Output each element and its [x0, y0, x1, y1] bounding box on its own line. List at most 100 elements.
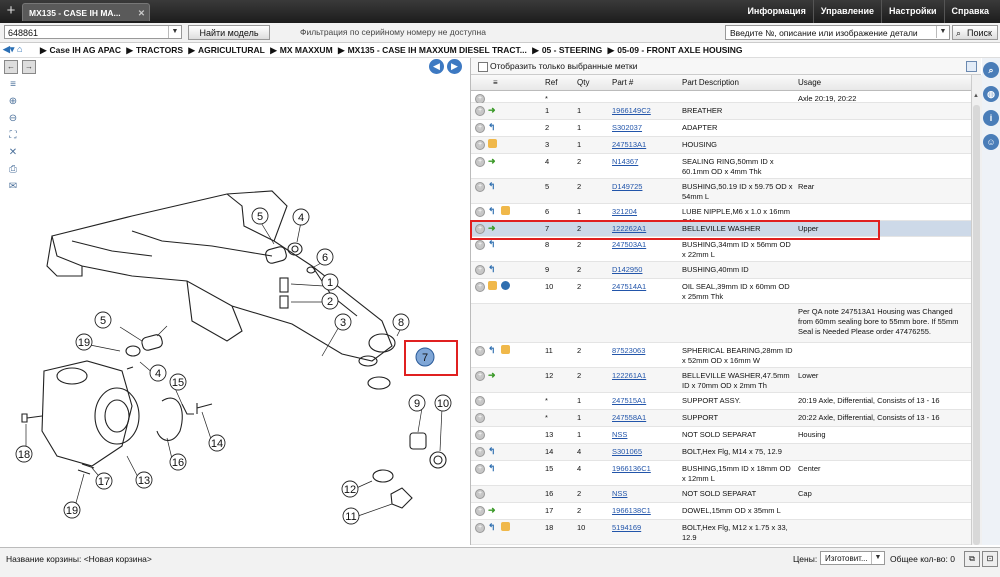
table-row[interactable]: + ↰ 9 2 D142950 BUSHING,40mm ID — [471, 262, 971, 279]
add-to-cart-icon[interactable]: + — [475, 265, 485, 275]
table-row[interactable]: + * Axle 20:19, 20:22 — [471, 91, 971, 104]
menu-settings[interactable]: Настройки — [881, 0, 943, 23]
breadcrumb-item[interactable]: MX MAXXUM — [280, 45, 333, 55]
model-tab[interactable]: MX135 - CASE IH MA... ✕ — [22, 3, 150, 21]
add-to-cart-icon[interactable]: + — [475, 346, 485, 356]
table-row[interactable]: + ➜ 12 2 122261A1 BELLEVILLE WASHER,47.5mm ID… — [471, 368, 971, 393]
table-row[interactable]: + * 1 247515A1 SUPPORT ASSY. 20:19 Axle, Diff… — [471, 393, 971, 410]
cell-part-number[interactable]: D142950 — [612, 265, 642, 275]
add-to-cart-icon[interactable]: + — [475, 371, 485, 381]
table-row[interactable]: + ↰ 11 2 87523063 SPHERICAL BEARING,28mm ID x… — [471, 343, 971, 368]
part-search-input[interactable]: Введите №, описание или изображение дета… — [725, 25, 950, 40]
reference-arrow-icon[interactable]: ↰ — [488, 345, 496, 355]
add-to-cart-icon[interactable]: + — [475, 182, 485, 192]
exploded-diagram[interactable]: 5 4 6 1 2 3 8 7 9 10 12 11 5 19 4 15 16 … — [12, 146, 462, 541]
add-to-cart-icon[interactable]: + — [475, 157, 485, 167]
table-row[interactable]: + ➜ 4 2 N14367 SEALING RING,50mm ID x 60.1mm … — [471, 154, 971, 179]
breadcrumb-item[interactable]: 05 - STEERING — [542, 45, 602, 55]
cell-part-number[interactable]: S302037 — [612, 123, 642, 133]
replacement-arrow-icon[interactable]: ➜ — [488, 505, 496, 515]
table-row[interactable]: + ↰ 2 1 S302037 ADAPTER — [471, 120, 971, 137]
add-to-cart-icon[interactable]: + — [475, 506, 485, 516]
cell-part-number[interactable]: 1966138C1 — [612, 506, 651, 516]
package-icon[interactable] — [488, 281, 497, 290]
table-row[interactable]: + ↰ 18 10 5194169 BOLT,Hex Flg, M12 x 1.75 x … — [471, 520, 971, 545]
add-to-cart-icon[interactable]: + — [475, 523, 485, 533]
cell-part-number[interactable]: 247558A1 — [612, 413, 646, 423]
menu-management[interactable]: Управление — [812, 0, 881, 23]
cell-part-number[interactable]: 1966136C1 — [612, 464, 651, 474]
column-header-description[interactable]: Part Description — [682, 78, 739, 87]
table-row[interactable]: + ↰ 5 2 D149725 BUSHING,50.19 ID x 59.75 OD x… — [471, 179, 971, 204]
add-to-cart-icon[interactable]: + — [475, 123, 485, 133]
reference-arrow-icon[interactable]: ↰ — [488, 181, 496, 191]
reference-arrow-icon[interactable]: ↰ — [488, 206, 496, 216]
table-row[interactable]: +3 1 247513A1 HOUSING — [471, 137, 971, 154]
menu-help[interactable]: Справка — [943, 0, 996, 23]
add-to-cart-icon[interactable]: + — [475, 240, 485, 250]
cell-part-number[interactable]: 247503A1 — [612, 240, 646, 250]
add-to-cart-icon[interactable]: + — [475, 413, 485, 423]
package-icon[interactable] — [488, 139, 497, 148]
cart-icon[interactable]: ⊡ — [982, 551, 998, 567]
package-icon[interactable] — [501, 522, 510, 531]
breadcrumb-item[interactable]: TRACTORS — [136, 45, 183, 55]
home-nav-icon[interactable]: ◀▾ ⌂ — [3, 44, 22, 55]
add-to-cart-icon[interactable]: + — [475, 282, 485, 292]
cell-part-number[interactable]: D149725 — [612, 182, 642, 192]
column-header-qty[interactable]: Qty — [577, 78, 589, 87]
zoom-in-icon[interactable]: ⊕ — [6, 95, 20, 109]
next-page-icon[interactable]: ▶ — [447, 59, 462, 74]
replacement-arrow-icon[interactable]: ➜ — [488, 105, 496, 115]
column-header-ref[interactable]: Ref — [545, 78, 557, 87]
chevron-down-icon[interactable]: ▼ — [168, 26, 181, 38]
search-button[interactable]: ⌕ Поиск — [952, 25, 998, 40]
breadcrumb-item[interactable]: 05-09 - FRONT AXLE HOUSING — [617, 45, 742, 55]
table-row[interactable]: + ➜ 17 2 1966138C1 DOWEL,15mm OD x 35mm L — [471, 503, 971, 520]
scroll-thumb[interactable] — [973, 105, 980, 545]
cell-part-number[interactable]: S301065 — [612, 447, 642, 457]
add-to-cart-icon[interactable]: + — [475, 106, 485, 116]
new-tab-plus-icon[interactable]: + — [3, 2, 19, 20]
table-row[interactable]: +↰61321204LUBE NIPPLE,M6 x 1.0 x 16mm OA… — [471, 204, 971, 226]
menu-lines-icon[interactable]: ≡ — [6, 78, 20, 92]
cell-part-number[interactable]: 122261A1 — [612, 371, 646, 381]
panel-toggle-icon[interactable] — [966, 61, 977, 72]
globe-icon[interactable] — [501, 281, 510, 290]
show-selected-checkbox[interactable] — [478, 62, 488, 72]
magnifier-icon[interactable]: ⌕ — [983, 62, 999, 78]
table-row[interactable]: + ➜ 1 1 1966149C2 BREATHER — [471, 103, 971, 120]
scrollbar[interactable]: ▲ — [971, 75, 982, 545]
cart-value[interactable]: <Новая корзина> — [84, 554, 152, 564]
chevron-down-icon[interactable]: ▼ — [871, 552, 884, 564]
replacement-arrow-icon[interactable]: ➜ — [488, 156, 496, 166]
cell-part-number[interactable]: 247513A1 — [612, 140, 646, 150]
reference-arrow-icon[interactable]: ↰ — [488, 522, 496, 532]
column-header-usage[interactable]: Usage — [798, 78, 821, 87]
cell-part-number[interactable]: 1966149C2 — [612, 106, 651, 116]
reference-arrow-icon[interactable]: ↰ — [488, 264, 496, 274]
forward-arrow-icon[interactable]: → — [22, 60, 36, 74]
table-row[interactable]: + * 1 247558A1 SUPPORT 20:22 Axle, Differenti… — [471, 410, 971, 427]
package-icon[interactable] — [501, 345, 510, 354]
chevron-down-icon[interactable]: ▼ — [936, 26, 949, 38]
add-to-cart-icon[interactable]: + — [475, 489, 485, 499]
table-row[interactable]: Per QA note 247513A1 Housing was Changed… — [471, 304, 971, 343]
table-row[interactable]: + ↰ 14 4 S301065 BOLT,Hex Flg, M14 x 75, 12.9 — [471, 444, 971, 461]
globe-icon[interactable]: ◍ — [983, 86, 999, 102]
column-header-part[interactable]: Part # — [612, 78, 633, 87]
menu-info[interactable]: Информация — [740, 0, 812, 23]
table-row[interactable]: +13 1 NSS NOT SOLD SEPARAT Housing — [471, 427, 971, 444]
reference-arrow-icon[interactable]: ↰ — [488, 122, 496, 132]
info-icon[interactable]: i — [983, 110, 999, 126]
add-to-cart-icon[interactable]: + — [475, 464, 485, 474]
add-to-cart-icon[interactable]: + — [475, 396, 485, 406]
table-row[interactable]: +10 2 247514A1 OIL SEAL,39mm ID x 60mm OD x… — [471, 279, 971, 304]
cell-part-number[interactable]: 247515A1 — [612, 396, 646, 406]
serial-number-field[interactable]: 648861 ▼ — [4, 25, 182, 39]
zoom-out-icon[interactable]: ⊖ — [6, 112, 20, 126]
scroll-up-icon[interactable]: ▲ — [973, 93, 979, 99]
add-to-cart-icon[interactable]: + — [475, 430, 485, 440]
package-icon[interactable] — [501, 206, 510, 215]
cell-part-number[interactable]: N14367 — [612, 157, 638, 167]
